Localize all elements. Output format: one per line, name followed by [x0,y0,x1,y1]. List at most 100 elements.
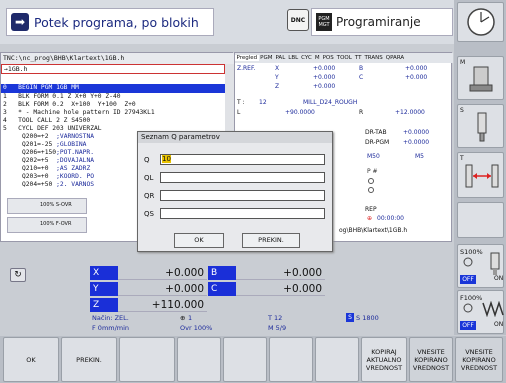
feed-override-softkey[interactable]: F100% OFF ON [457,290,504,334]
q-parameter-dialog: Seznam Q parametrov Q 10 QL QR QS OK PRE… [137,131,333,252]
horizontal-softkey-bar: OK PREKIN. KOPIRAJ AKTUALNO VREDNOST VNE… [0,336,506,383]
ok-softkey[interactable]: OK [3,337,59,382]
feed-info: F 0mm/min [92,324,130,332]
program-line[interactable]: 5 CYCL DEF 203 UNIVERZAL [3,125,102,133]
tab-lbl[interactable]: LBL [287,55,300,61]
tab-m[interactable]: M [313,55,321,61]
program-line[interactable]: 2 BLK FORM 0.2 X+100 Y+100 Z+0 [3,101,136,109]
program-line[interactable]: Q210=+0 ;AS ZADRZ [3,165,90,173]
axis-status-icon: P # [367,168,378,193]
machine-mode-tab[interactable]: ➡ Potek programa, po blokih [6,8,214,36]
axis-label-c: C [208,282,236,296]
tab-tt[interactable]: TT [353,55,363,61]
program-file-name: →1GB.h [1,64,225,74]
header-bar: ➡ Potek programa, po blokih DNC PGM MGT … [0,0,454,44]
spindle-override-softkey[interactable]: S100% OFF ON [457,244,504,288]
dialog-cancel-button[interactable]: PREKIN. [242,233,300,248]
program-line[interactable]: Q200=+2 ;VARNOSTNA [3,133,94,141]
feed-wave-icon [482,301,504,317]
q-input[interactable]: 10 [160,154,325,165]
tool-axis-icon: ⊕ [180,314,186,322]
tab-cyc[interactable]: CYC [300,55,314,61]
qr-input[interactable] [160,190,325,201]
status-tabs: Pregled PGM PAL LBL CYC M POS TOOL TT TRANS QPARA [235,53,453,63]
ql-label: QL [144,174,154,182]
s-function-softkey[interactable]: S [457,104,504,148]
m-info: M 5/9 [268,324,287,332]
mode-info: Način: ZEL. [92,314,129,322]
programming-mode-tab[interactable]: PGM MGT Programiranje [311,8,453,36]
spindle-status-icon: S [346,313,354,322]
program-line[interactable]: Q204=+50 ;2. VARNOS [3,181,94,189]
empty-softkey[interactable] [177,337,221,382]
run-icon: ➡ [11,13,29,31]
program-line[interactable]: 0 BEGIN PGM 1GB MM [3,84,79,92]
program-path: TNC:\nc_prog\BHB\Klartext\1GB.h [1,53,234,64]
spindle-off-toggle[interactable]: OFF [460,275,476,284]
pgm-mgt-icon: PGM MGT [316,13,332,31]
programming-mode-label: Programiranje [336,15,421,29]
axes-display-icon-area: ↻ [4,266,88,286]
axis-value-x: +0.000 [118,266,207,280]
override-info: Ovr 100% [180,324,213,332]
dialog-title: Seznam Q parametrov [138,132,332,143]
cancel-softkey[interactable]: PREKIN. [61,337,117,382]
axis-label-b: B [208,266,236,280]
t-function-softkey[interactable]: T [457,152,504,198]
tool-icon [477,112,487,142]
axis-value-b: +0.000 [236,266,325,280]
empty-softkey[interactable] [269,337,313,382]
s-override-bar: 100% S-OVR [7,198,87,214]
qr-label: QR [144,192,155,200]
spindle-speed-icon [463,257,473,267]
tab-qpara[interactable]: QPARA [384,55,405,61]
tab-pal[interactable]: PAL [274,55,287,61]
machine-mode-label: Potek programa, po blokih [34,14,199,30]
program-line[interactable]: 4 TOOL CALL 2 Z S4500 [3,117,90,125]
empty-softkey[interactable] [119,337,175,382]
paste-copied-value-softkey-right[interactable]: VNESITE KOPIRANO VREDNOST [455,337,503,382]
tab-pgm[interactable]: PGM [259,55,274,61]
copy-current-value-softkey[interactable]: KOPIRAJ AKTUALNO VREDNOST [361,337,407,382]
tab-pos[interactable]: POS [321,55,335,61]
clock-icon: ⊕ [367,215,373,222]
tool-length-icon [465,164,499,188]
machine-info-rows: Način: ZEL. ⊕ 1 T 12 S S 1800 F 0mm/min … [92,313,379,332]
dialog-ok-button[interactable]: OK [174,233,224,248]
program-line[interactable]: Q202=+5 ;DOVAJALNA [3,157,94,165]
ql-input[interactable] [160,172,325,183]
qs-input[interactable] [160,208,325,219]
program-line[interactable]: 3 * - Machine hole pattern ID 27943KL1 [3,109,155,117]
qs-label: QS [144,210,154,218]
tab-overview[interactable]: Pregled [235,55,259,61]
axis-label-z: Z [90,298,118,312]
axis-label-y: Y [90,282,118,296]
m-function-softkey[interactable]: M [457,56,504,100]
q-label: Q [144,156,150,164]
f-override-bar: 100% F-OVR [7,217,87,233]
dnc-icon[interactable]: DNC [287,9,309,31]
tab-tool[interactable]: TOOL [335,55,353,61]
program-line[interactable]: 1 BLK FORM 0.1 Z X+0 Y+0 Z-40 [3,93,121,101]
feed-icon [463,303,473,313]
paste-copied-value-softkey[interactable]: VNESITE KOPIRANO VREDNOST [409,337,453,382]
tab-trans[interactable]: TRANS [363,55,384,61]
empty-softkey[interactable] [457,202,504,238]
feed-off-toggle[interactable]: OFF [460,321,476,330]
empty-softkey[interactable] [315,337,359,382]
axis-value-c: +0.000 [236,282,325,296]
empty-softkey[interactable] [223,337,267,382]
svg-text:P #: P # [367,168,378,175]
vertical-softkey-bar: M S T S100% OFF ON F100% OFF ON [454,0,506,335]
tool-info: T 12 [268,314,283,322]
program-line[interactable]: Q203=+0 ;KOORD. PO [3,173,94,181]
program-line[interactable]: Q201=-25 ;GLOBINA [3,141,86,149]
program-line[interactable]: Q206=+150;POT.NAPR. [3,149,94,157]
axis-value-z: +110.000 [118,298,207,312]
clock-softkey[interactable] [457,2,504,42]
refresh-icon[interactable]: ↻ [10,268,26,282]
axis-label-x: X [90,266,118,280]
clock-icon [467,8,495,36]
spindle-icon [469,66,493,92]
spindle-tool-icon [490,252,500,275]
